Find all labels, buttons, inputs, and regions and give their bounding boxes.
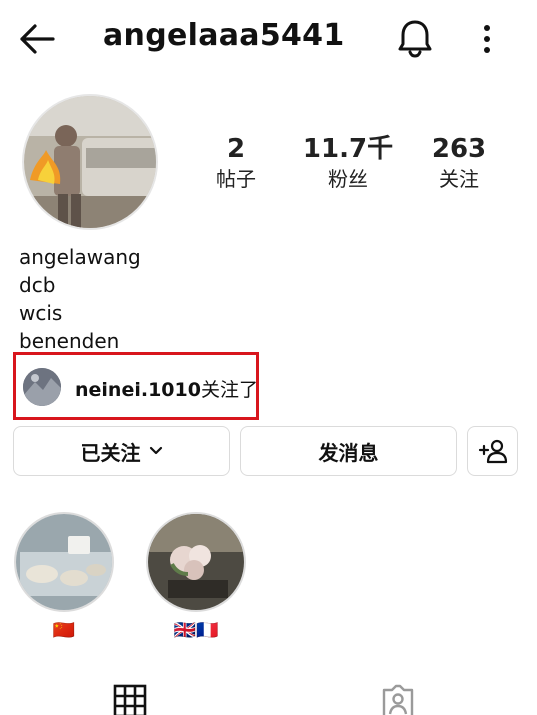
followers-label: 粉丝 [328,167,368,191]
highlight-cover-image [148,514,244,610]
bio-line: dcb [19,273,56,297]
message-button-label: 发消息 [318,440,379,465]
following-label: 关注 [439,167,479,191]
more-vertical-icon [484,25,490,53]
profile-header: angelaaa5441 [0,0,537,80]
tab-tagged[interactable] [380,684,420,715]
bell-icon [398,20,432,58]
mutual-follower-name[interactable]: neinei.1010 [75,379,201,401]
followers-count: 11.7千 [302,134,394,164]
story-highlight-1[interactable] [14,512,114,612]
highlight-caption: 🇨🇳 [52,620,76,641]
back-button[interactable] [18,22,56,56]
notifications-button[interactable] [396,18,434,58]
following-stat[interactable]: 263 关注 [404,133,514,193]
grid-icon [113,684,147,715]
profile-avatar[interactable] [22,94,158,230]
following-count: 263 [431,134,487,164]
profile-bio: angelawang dcb wcis benenden [19,243,141,355]
add-person-icon [478,439,507,464]
display-name: angelawang [19,245,141,269]
more-options-button[interactable] [474,22,500,56]
mutual-follower-text: neinei.1010关注了 [75,375,258,402]
posts-stat: 2 帖子 [181,133,291,193]
tagged-person-icon [382,684,414,715]
avatar-photo [24,96,156,228]
mutual-follower-avatar [23,368,61,406]
story-highlight-2[interactable] [146,512,246,612]
following-button-label: 已关注 [80,440,141,465]
posts-count: 2 [226,134,246,164]
bio-line: benenden [19,329,120,353]
tab-posts-grid[interactable] [113,684,153,715]
mutual-follower-suffix: 关注了 [200,379,258,401]
mutual-follower-highlight[interactable]: neinei.1010关注了 [13,352,259,420]
following-button[interactable]: 已关注 [13,426,230,476]
suggest-people-button[interactable] [467,426,518,476]
arrow-left-icon [20,24,55,54]
profile-username-title: angelaaa5441 [103,18,345,53]
message-button[interactable]: 发消息 [240,426,457,476]
highlight-caption: 🇬🇧🇫🇷 [173,620,219,641]
followers-stat[interactable]: 11.7千 粉丝 [293,133,403,193]
bio-line: wcis [19,301,63,325]
chevron-down-icon [149,446,162,455]
highlight-cover-image [16,514,112,610]
posts-label: 帖子 [216,167,256,191]
